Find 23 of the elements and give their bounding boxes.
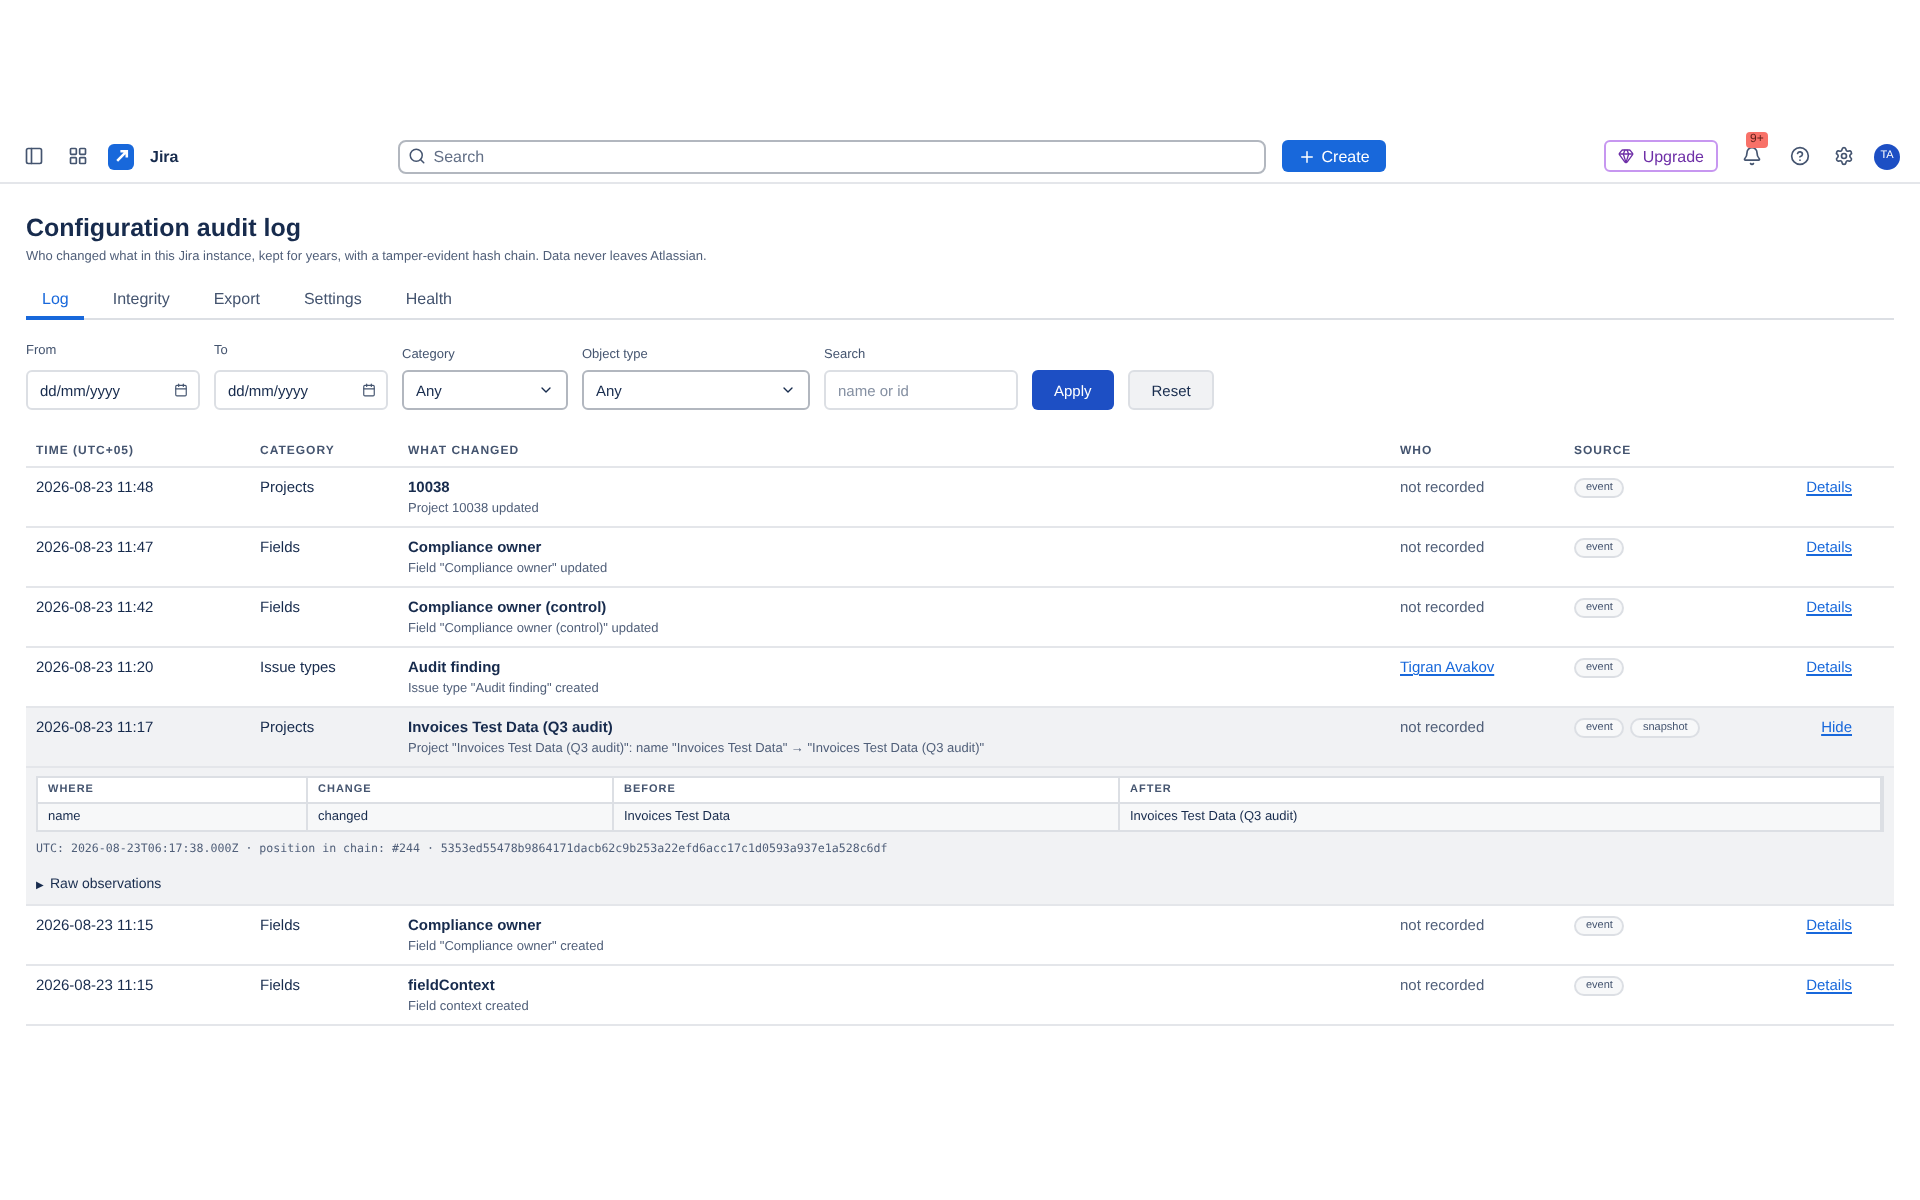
tab[interactable]: Log (26, 290, 85, 320)
calendar-icon[interactable] (362, 383, 376, 397)
settings-icon[interactable] (1830, 142, 1858, 170)
page-title: Configuration audit log (26, 214, 303, 242)
tab[interactable]: Health (389, 290, 468, 320)
plus-icon (1297, 147, 1316, 165)
logo-icon[interactable] (108, 143, 134, 169)
sidebar-toggle-icon[interactable] (20, 142, 48, 170)
chevron-down-icon (780, 382, 796, 398)
search-icon (407, 147, 426, 165)
product-name: Jira (150, 147, 179, 165)
search-field[interactable]: Search (397, 139, 1266, 173)
calendar-icon[interactable] (174, 383, 188, 397)
upgrade-button[interactable]: Upgrade (1604, 140, 1718, 172)
gem-icon (1618, 148, 1635, 164)
create-button[interactable]: Create (1281, 140, 1386, 172)
notifications-icon[interactable] (1738, 142, 1766, 170)
tab[interactable]: Export (197, 290, 276, 320)
tab[interactable]: Settings (287, 290, 378, 320)
help-icon[interactable] (1786, 142, 1814, 170)
app-grid-icon[interactable] (64, 142, 92, 170)
tab[interactable]: Integrity (96, 290, 186, 320)
chevron-down-icon (538, 382, 554, 398)
